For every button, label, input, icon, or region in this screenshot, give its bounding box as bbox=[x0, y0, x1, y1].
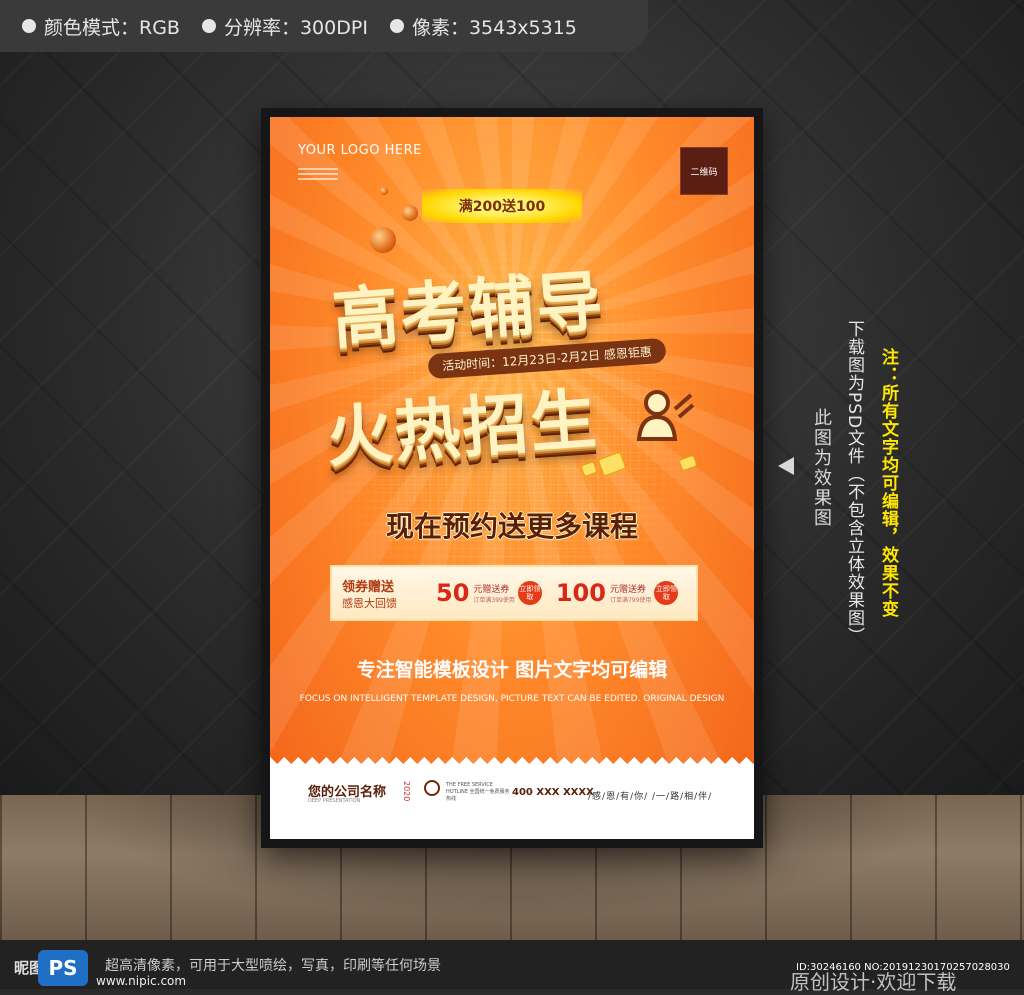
edit-note: 注：所有文字均可编辑，效果不变 bbox=[878, 348, 898, 618]
person-icon bbox=[636, 390, 695, 441]
coupon-50: 50 元赠送券 订单满399使用 立即领取 bbox=[436, 579, 542, 607]
left-arrow-icon bbox=[778, 457, 794, 475]
year: 2020 bbox=[402, 781, 411, 802]
coupon-100: 100 元赠送券 订单满799使用 立即领取 bbox=[556, 579, 679, 607]
bullet-icon bbox=[389, 19, 404, 33]
coupon-fine-print: 订单满799使用 bbox=[609, 597, 652, 604]
qr-code-placeholder: 二维码 bbox=[680, 147, 728, 195]
info-label: 颜色模式：RGB bbox=[44, 16, 180, 39]
effect-note: 此图为效果图 bbox=[811, 408, 832, 528]
company-english: DEEP PRESENTATION bbox=[308, 798, 361, 804]
poster-frame: YOUR LOGO HERE 二维码 满200送100 高考辅导 活动时间：12… bbox=[261, 108, 763, 848]
info-resolution: 分辨率：300DPI bbox=[201, 13, 368, 40]
watermark-description: 超高清像素，可用于大型喷绘，写真，印刷等任何场景 bbox=[105, 958, 441, 974]
bullet-icon bbox=[201, 19, 216, 33]
ball-decoration bbox=[402, 205, 418, 221]
site-url: www.nipic.com bbox=[96, 974, 187, 988]
ball-decoration bbox=[370, 227, 396, 253]
coupon-amount: 100 bbox=[555, 579, 606, 607]
promo-badge: 满200送100 bbox=[422, 189, 582, 223]
tagline-english: FOCUS ON INTELLIGENT TEMPLATE DESIGN, PI… bbox=[299, 694, 725, 704]
coupon-amount: 50 bbox=[436, 579, 470, 607]
image-id: ID:30246160 NO:20191230170257028030 bbox=[796, 962, 1010, 973]
download-note: 下载图为PSD文件（不包含立体效果图） bbox=[844, 320, 864, 646]
poster: YOUR LOGO HERE 二维码 满200送100 高考辅导 活动时间：12… bbox=[270, 117, 754, 839]
coupon-lead-subtitle: 感恩大回馈 bbox=[342, 596, 397, 610]
coupon-panel: 领券赠送 感恩大回馈 50 元赠送券 订单满399使用 立即领取 100 元赠送… bbox=[330, 565, 698, 621]
coupon-fine-print: 订单满399使用 bbox=[473, 597, 515, 604]
coupon-label: 元赠送券 bbox=[473, 585, 510, 595]
phone-number: 400 XXX XXXX bbox=[512, 787, 594, 798]
ball-decoration bbox=[380, 187, 388, 195]
coupon-lead: 领券赠送 感恩大回馈 bbox=[332, 576, 422, 611]
bullet-icon bbox=[22, 19, 36, 33]
file-info-bar: 颜色模式：RGB 分辨率：300DPI 像素：3543x5315 bbox=[0, 0, 648, 52]
coupon-lead-title: 领券赠送 bbox=[342, 579, 395, 595]
tagline: 专注智能模板设计 图片文字均可编辑 bbox=[356, 659, 668, 681]
hotline-label: THE FREE SERVICE HOTLINE 全国统一免费服务热线 bbox=[446, 782, 510, 802]
info-label: 分辨率：300DPI bbox=[223, 16, 368, 39]
thanks-slogan: /感/恩/有/你/ /一/路/相/伴/ bbox=[588, 792, 713, 802]
coupon-label: 元赠送券 bbox=[609, 585, 646, 595]
title-line-2: 火热招生 bbox=[324, 380, 601, 477]
logo-placeholder: YOUR LOGO HERE bbox=[298, 143, 422, 158]
photoshop-icon: PS bbox=[38, 950, 88, 986]
claim-button: 立即领取 bbox=[654, 581, 679, 605]
info-color-mode: 颜色模式：RGB bbox=[22, 13, 180, 40]
claim-button: 立即领取 bbox=[517, 581, 542, 605]
info-label: 像素：3543x5315 bbox=[411, 16, 577, 39]
info-pixels: 像素：3543x5315 bbox=[389, 13, 577, 40]
phone-icon bbox=[424, 780, 440, 796]
subtitle: 现在预约送更多课程 bbox=[385, 510, 638, 543]
logo-decoration bbox=[298, 165, 338, 183]
